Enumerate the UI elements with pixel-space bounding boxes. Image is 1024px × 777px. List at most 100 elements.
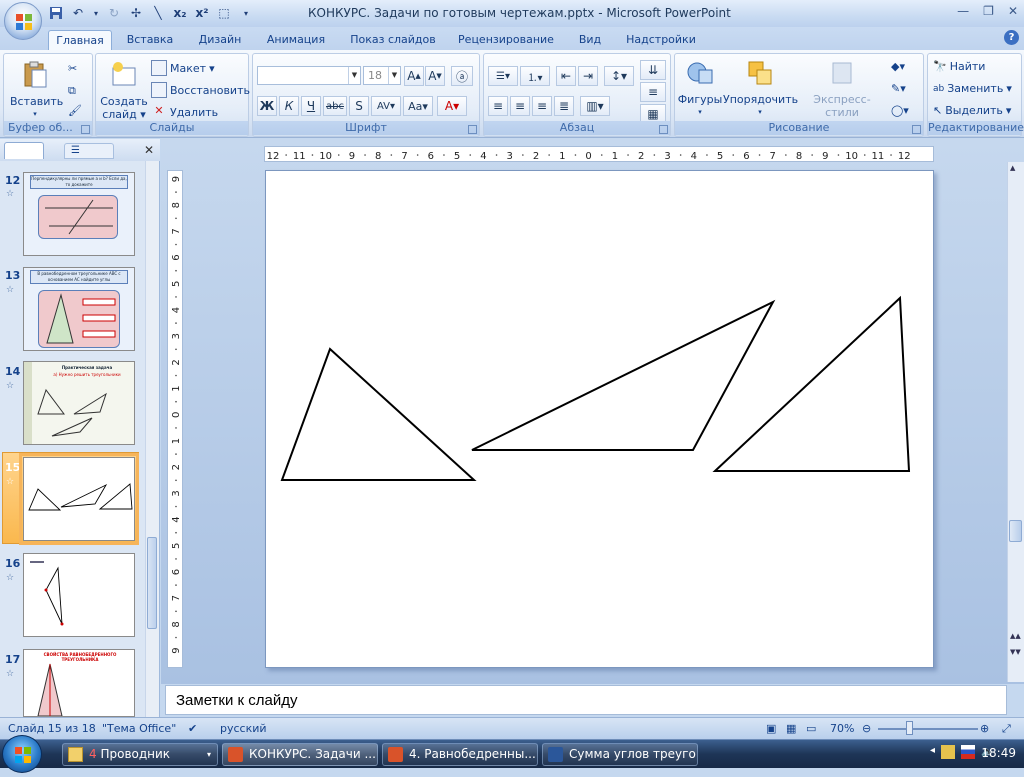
fit-to-window-icon[interactable]: ⤢	[1002, 722, 1011, 736]
clipboard-expand-icon[interactable]	[81, 125, 90, 134]
panel-scroll-thumb[interactable]	[147, 537, 157, 629]
shrink-font-icon[interactable]: A ▼	[425, 66, 445, 86]
justify-icon[interactable]: ≣	[554, 96, 574, 116]
help-icon[interactable]: ?	[1004, 30, 1019, 45]
clock[interactable]: 18:49	[981, 746, 1016, 760]
find-button[interactable]: 🔭 Найти	[933, 60, 985, 73]
align-text-icon[interactable]: ≡	[640, 82, 666, 102]
customize-qat-icon[interactable]: ▾	[238, 5, 254, 21]
tab-addins[interactable]: Надстройки	[618, 30, 704, 50]
slide-canvas[interactable]	[265, 170, 934, 668]
underline-icon[interactable]: Ч	[301, 96, 321, 116]
shape-crop-icon[interactable]: ✢	[128, 5, 144, 21]
taskbar-item-powerpoint-active[interactable]: КОНКУРС. Задачи ...	[222, 743, 378, 766]
paste-button[interactable]: Вставить ▾	[10, 60, 63, 121]
paragraph-expand-icon[interactable]	[659, 125, 668, 134]
align-right-icon[interactable]: ≡	[532, 96, 552, 116]
reset-button[interactable]: Восстановить	[151, 82, 250, 98]
office-button[interactable]	[4, 2, 42, 40]
start-button[interactable]	[2, 735, 42, 773]
new-slide-button[interactable]: Создать слайд ▾	[99, 60, 149, 121]
triangle-1[interactable]	[280, 347, 477, 481]
shape-fill-icon[interactable]: ◆▾	[891, 60, 905, 73]
slide-scrollbar[interactable]: ▲ ▲▲ ▼▼	[1007, 162, 1024, 682]
tab-slideshow[interactable]: Показ слайдов	[344, 30, 442, 50]
panel-scrollbar[interactable]	[145, 161, 159, 717]
drawing-expand-icon[interactable]	[912, 125, 921, 134]
font-name-combo[interactable]: ▼	[257, 66, 361, 85]
tab-outline[interactable]: ☰	[64, 143, 114, 159]
char-spacing-icon[interactable]: AV▾	[371, 96, 401, 116]
slide-thumbnail-13[interactable]: В равнобедренном треугольнике ABC с осно…	[23, 267, 135, 351]
triangle-3[interactable]	[712, 295, 911, 472]
decrease-indent-icon[interactable]: ⇤	[556, 66, 576, 86]
restore-icon[interactable]: ❐	[983, 4, 994, 18]
sorter-view-icon[interactable]: ▦	[786, 722, 796, 735]
italic-icon[interactable]: К	[279, 96, 299, 116]
bullets-icon[interactable]: ☰▾	[488, 66, 518, 86]
slide-scroll-thumb[interactable]	[1009, 520, 1022, 542]
format-painter-icon[interactable]: 🖌	[68, 104, 82, 117]
zoom-out-icon[interactable]: ⊖	[862, 722, 871, 735]
scroll-up-icon[interactable]: ▲	[1010, 164, 1015, 172]
slide-thumbnail-14[interactable]: Практическая задача а) Нужно решить треу…	[23, 361, 135, 445]
tab-animation[interactable]: Анимация	[260, 30, 332, 50]
arrange-button[interactable]: Упорядочить ▾	[723, 58, 798, 119]
tab-design[interactable]: Дизайн	[190, 30, 250, 50]
tab-insert[interactable]: Вставка	[118, 30, 182, 50]
select-objects-icon[interactable]: ⬚	[216, 5, 232, 21]
line-spacing-icon[interactable]: ↕▾	[604, 66, 634, 86]
grow-font-icon[interactable]: A ▲	[404, 66, 424, 86]
tray-app-icon[interactable]	[941, 745, 956, 759]
tab-view[interactable]: Вид	[572, 30, 608, 50]
clear-format-icon[interactable]: ⓐ	[451, 66, 473, 86]
tray-expand-icon[interactable]: ◂	[930, 745, 935, 759]
align-left-icon[interactable]: ≡	[488, 96, 508, 116]
next-slide-icon[interactable]: ▼▼	[1010, 648, 1021, 656]
numbering-icon[interactable]: ⒈▾	[520, 66, 550, 86]
redo-icon[interactable]: ↻	[106, 5, 122, 21]
minimize-icon[interactable]: —	[957, 4, 969, 18]
cut-icon[interactable]: ✂	[68, 62, 77, 75]
bold-icon[interactable]: Ж	[257, 96, 277, 116]
shadow-text-icon[interactable]: S	[349, 96, 369, 116]
change-case-icon[interactable]: Aa▾	[403, 96, 433, 116]
layout-button[interactable]: Макет ▾	[151, 60, 215, 76]
language-flag-icon[interactable]	[961, 745, 976, 759]
taskbar-item-powerpoint-2[interactable]: 4. Равнобедренны...	[382, 743, 538, 766]
panel-close-icon[interactable]: ✕	[144, 143, 154, 157]
undo-dropdown-icon[interactable]: ▾	[92, 5, 100, 21]
language[interactable]: русский	[220, 722, 267, 735]
font-expand-icon[interactable]	[468, 125, 477, 134]
spellcheck-icon[interactable]: ✔	[188, 722, 197, 735]
columns-icon[interactable]: ▥▾	[580, 96, 610, 116]
replace-button[interactable]: ab Заменить ▾	[933, 82, 1012, 95]
close-icon[interactable]: ✕	[1008, 4, 1018, 18]
save-icon[interactable]	[48, 5, 64, 21]
tab-slides-thumbnails[interactable]	[4, 142, 44, 159]
undo-icon[interactable]: ↶	[70, 5, 86, 21]
delete-slide-button[interactable]: ✕ Удалить	[151, 104, 218, 120]
subscript-icon[interactable]: x₂	[172, 5, 188, 21]
shapes-button[interactable]: Фигуры ▾	[677, 58, 723, 119]
slide-thumbnail-15[interactable]	[19, 453, 139, 545]
prev-slide-icon[interactable]: ▲▲	[1010, 632, 1021, 640]
zoom-slider-thumb[interactable]	[906, 721, 913, 735]
slide-thumbnail-16[interactable]	[23, 553, 135, 637]
shape-outline-icon[interactable]: ✎▾	[891, 82, 906, 95]
slide-thumbnail-17[interactable]: СВОЙСТВА РАВНОБЕДРЕННОГО ТРЕУГОЛЬНИКА	[23, 649, 135, 717]
font-color-icon[interactable]: A▾	[437, 96, 467, 116]
font-size-combo[interactable]: 18 ▼	[363, 66, 401, 85]
normal-view-icon[interactable]: ▣	[766, 722, 776, 735]
slide-thumbnail-12[interactable]: Перпендикулярны ли прямые а и b? Если да…	[23, 172, 135, 256]
strikethrough-icon[interactable]: abc	[323, 96, 347, 116]
text-direction-icon[interactable]: ⇊	[640, 60, 666, 80]
zoom-in-icon[interactable]: ⊕	[980, 722, 989, 735]
align-center-icon[interactable]: ≡	[510, 96, 530, 116]
shape-effects-icon[interactable]: ◯▾	[891, 104, 909, 117]
line-icon[interactable]: ╲	[150, 5, 166, 21]
theme-name[interactable]: "Тема Office"	[102, 722, 176, 735]
tab-home[interactable]: Главная	[48, 30, 112, 50]
zoom-level[interactable]: 70%	[830, 722, 854, 735]
increase-indent-icon[interactable]: ⇥	[578, 66, 598, 86]
